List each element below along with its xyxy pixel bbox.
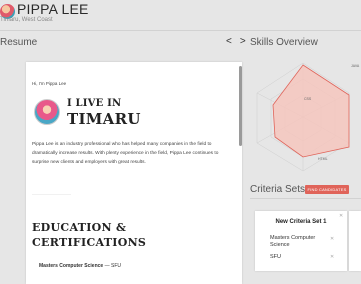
skills-section-title: Skills Overview (250, 37, 318, 48)
faint-divider: ————————————— (32, 192, 71, 196)
education-heading: EDUCATION & CERTIFICATIONS (32, 221, 147, 249)
criteria-section-title: Criteria Sets (250, 184, 306, 195)
criteria-item: SFU (270, 254, 281, 260)
city-heading: TIMARU (67, 110, 141, 128)
remove-criteria-icon[interactable]: ✕ (330, 254, 334, 260)
divider (250, 198, 361, 199)
resume-scrollbar[interactable] (239, 66, 242, 146)
criteria-card[interactable]: ✕ New Criteria Set 1 Masters Computer Sc… (255, 211, 347, 271)
resume-greeting: Hi, I'm Pippa Lee (32, 81, 67, 86)
skills-radar-chart: JAVA CSS HTML (256, 62, 360, 172)
resume-section-title: Resume (0, 37, 38, 48)
radar-label-java: JAVA (351, 64, 360, 68)
remove-criteria-icon[interactable]: ✕ (330, 236, 334, 242)
radar-label-html: HTML (318, 157, 328, 161)
radar-area (272, 64, 350, 158)
profile-photo (34, 99, 60, 125)
candidate-name: PIPPA LEE (17, 1, 89, 17)
education-item: Masters Computer Science — SFU (39, 263, 121, 269)
criteria-item: Masters Computer Science (270, 235, 316, 248)
divider (0, 30, 361, 31)
live-in-heading: I LIVE IN (67, 98, 122, 109)
prev-arrow-icon[interactable]: < (226, 36, 232, 47)
candidate-location: Timaru, West Coast (0, 17, 53, 23)
header: PIPPA LEE Timaru, West Coast (0, 0, 361, 28)
resume-nav: < > (226, 36, 246, 47)
resume-card[interactable]: Hi, I'm Pippa Lee I LIVE IN TIMARU Pippa… (26, 62, 242, 284)
find-candidates-button[interactable]: FIND CANDIDATES (305, 185, 349, 194)
bio-text: Pippa Lee is an industry professional wh… (32, 142, 219, 165)
next-arrow-icon[interactable]: > (240, 36, 246, 47)
radar-label-css: CSS (304, 97, 312, 101)
criteria-card-title: New Criteria Set 1 (275, 219, 327, 225)
criteria-card[interactable] (349, 211, 361, 271)
